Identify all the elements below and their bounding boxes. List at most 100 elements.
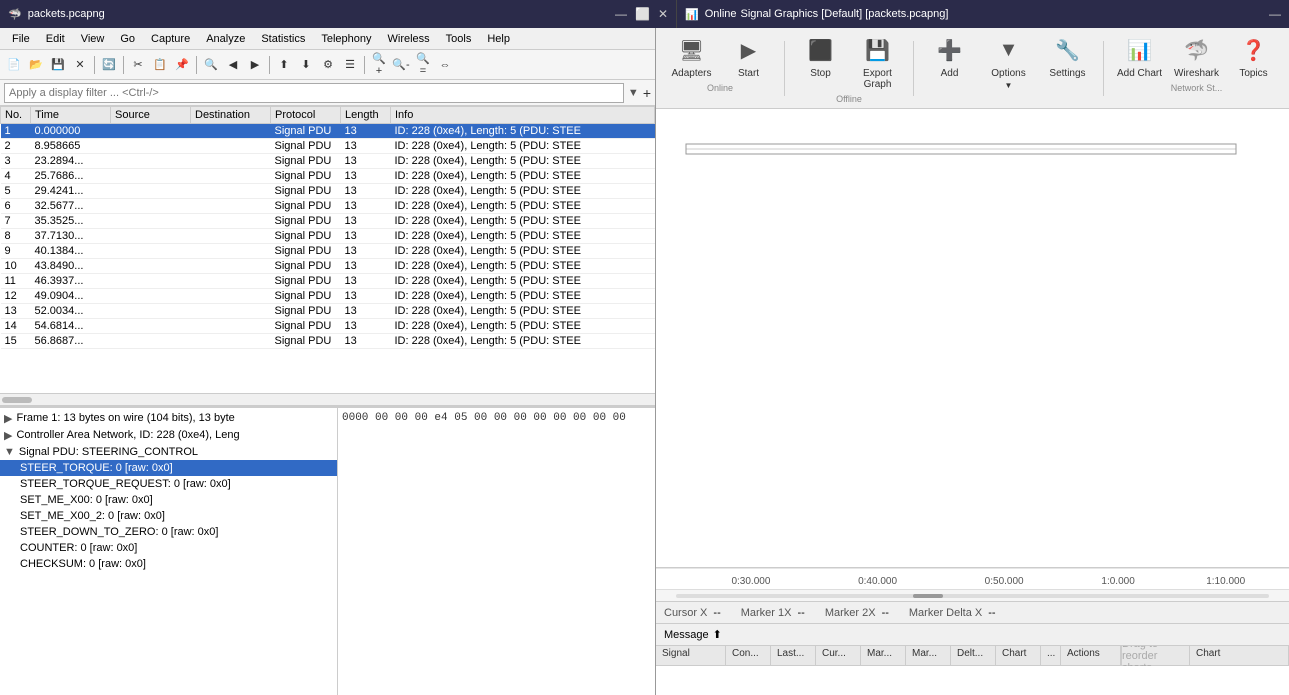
toolbar-paste-btn[interactable]: 📌 [172, 55, 192, 75]
detail-steer-torque-req[interactable]: STEER_TORQUE_REQUEST: 0 [raw: 0x0] [0, 476, 337, 492]
detail-steer-torque[interactable]: STEER_TORQUE: 0 [raw: 0x0] [0, 460, 337, 476]
chart-slider[interactable] [656, 589, 1289, 601]
packet-cell: 13 [341, 214, 391, 229]
toolbar-zoom-out-btn[interactable]: 🔍- [391, 55, 411, 75]
col-header-no[interactable]: No. [1, 107, 31, 124]
packet-row[interactable]: 1556.8687...Signal PDU13ID: 228 (0xe4), … [1, 334, 655, 349]
packet-row[interactable]: 1454.6814...Signal PDU13ID: 228 (0xe4), … [1, 319, 655, 334]
th-signal[interactable]: Signal [656, 646, 726, 665]
th-delt[interactable]: Delt... [951, 646, 996, 665]
toolbar-resize-btn[interactable]: ⇔ [435, 55, 455, 75]
toolbar-open-btn[interactable]: 📂 [26, 55, 46, 75]
packet-row[interactable]: 529.4241...Signal PDU13ID: 228 (0xe4), L… [1, 184, 655, 199]
toolbar-save-btn[interactable]: 💾 [48, 55, 68, 75]
th-mar2[interactable]: Mar... [906, 646, 951, 665]
detail-can[interactable]: ▶ Controller Area Network, ID: 228 (0xe4… [0, 427, 337, 444]
toolbar-zoom-in-btn[interactable]: 🔍+ [369, 55, 389, 75]
filter-input[interactable] [9, 87, 619, 99]
wireshark-maximize-btn[interactable]: ⬜ [635, 7, 650, 21]
toolbar-close-btn[interactable]: ✕ [70, 55, 90, 75]
toolbar-zoom-normal-btn[interactable]: 🔍= [413, 55, 433, 75]
packet-row[interactable]: 1146.3937...Signal PDU13ID: 228 (0xe4), … [1, 274, 655, 289]
packet-row[interactable]: 425.7686...Signal PDU13ID: 228 (0xe4), L… [1, 169, 655, 184]
toolbar-reload-btn[interactable]: 🔄 [99, 55, 119, 75]
menu-tools[interactable]: Tools [438, 31, 480, 47]
menu-wireless[interactable]: Wireless [380, 31, 438, 47]
packet-row[interactable]: 323.2894...Signal PDU13ID: 228 (0xe4), L… [1, 154, 655, 169]
menu-help[interactable]: Help [479, 31, 518, 47]
packet-cell: 13 [341, 244, 391, 259]
toolbar-find-btn[interactable]: 🔍 [201, 55, 221, 75]
toolbar-fwd-btn[interactable]: ▶ [245, 55, 265, 75]
packet-row[interactable]: 10.000000Signal PDU13ID: 228 (0xe4), Len… [1, 124, 655, 139]
col-header-protocol[interactable]: Protocol [271, 107, 341, 124]
col-header-length[interactable]: Length [341, 107, 391, 124]
packet-row[interactable]: 632.5677...Signal PDU13ID: 228 (0xe4), L… [1, 199, 655, 214]
start-btn[interactable]: ▶ Start [721, 32, 776, 81]
slider-thumb[interactable] [913, 594, 943, 598]
toolbar-new-btn[interactable]: 📄 [4, 55, 24, 75]
add-btn[interactable]: ➕ Add [922, 32, 977, 81]
stop-btn[interactable]: ⬛ Stop [793, 32, 848, 92]
packet-row[interactable]: 28.958665Signal PDU13ID: 228 (0xe4), Len… [1, 139, 655, 154]
th-last[interactable]: Last... [771, 646, 816, 665]
detail-signal-pdu[interactable]: ▼ Signal PDU: STEERING_CONTROL [0, 444, 337, 460]
packet-row[interactable]: 1043.8490...Signal PDU13ID: 228 (0xe4), … [1, 259, 655, 274]
col-header-source[interactable]: Source [111, 107, 191, 124]
th-chart-right[interactable]: Chart [1189, 646, 1289, 665]
col-header-destination[interactable]: Destination [191, 107, 271, 124]
toolbar-cap-opts-btn[interactable]: ⚙ [318, 55, 338, 75]
detail-set-me-x00-2[interactable]: SET_ME_X00_2: 0 [raw: 0x0] [0, 508, 337, 524]
detail-frame[interactable]: ▶ Frame 1: 13 bytes on wire (104 bits), … [0, 410, 337, 427]
th-more[interactable]: ... [1041, 646, 1061, 665]
chart-canvas[interactable] [656, 109, 1289, 567]
th-chart[interactable]: Chart [996, 646, 1041, 665]
options-btn[interactable]: ▼ Options ▼ [981, 32, 1036, 92]
detail-checksum[interactable]: CHECKSUM: 0 [raw: 0x0] [0, 556, 337, 572]
packet-cell: 10 [1, 259, 31, 274]
toolbar-list-btn[interactable]: ☰ [340, 55, 360, 75]
horizontal-scrollbar[interactable] [0, 393, 655, 405]
adapters-btn[interactable]: 🖥 Adapters [664, 32, 719, 81]
packet-cell [111, 199, 191, 214]
col-header-info[interactable]: Info [391, 107, 655, 124]
menu-edit[interactable]: Edit [38, 31, 73, 47]
menu-go[interactable]: Go [112, 31, 143, 47]
menu-file[interactable]: File [4, 31, 38, 47]
sg-minimize-btn[interactable]: — [1269, 7, 1281, 21]
menu-telephony[interactable]: Telephony [313, 31, 379, 47]
wireshark-minimize-btn[interactable]: — [615, 7, 627, 21]
menu-capture[interactable]: Capture [143, 31, 198, 47]
settings-btn[interactable]: 🔧 Settings [1040, 32, 1095, 81]
th-cur[interactable]: Cur... [816, 646, 861, 665]
packet-row[interactable]: 735.3525...Signal PDU13ID: 228 (0xe4), L… [1, 214, 655, 229]
menu-statistics[interactable]: Statistics [253, 31, 313, 47]
wireshark-close-btn[interactable]: ✕ [658, 7, 668, 21]
toolbar-cut-btn[interactable]: ✂ [128, 55, 148, 75]
packet-row[interactable]: 837.7130...Signal PDU13ID: 228 (0xe4), L… [1, 229, 655, 244]
th-con[interactable]: Con... [726, 646, 771, 665]
toolbar-goto-btn[interactable]: ⬆ [274, 55, 294, 75]
menu-analyze[interactable]: Analyze [198, 31, 253, 47]
th-mar1[interactable]: Mar... [861, 646, 906, 665]
topics-btn[interactable]: ❓ Topics [1226, 32, 1281, 81]
packet-row[interactable]: 940.1384...Signal PDU13ID: 228 (0xe4), L… [1, 244, 655, 259]
toolbar-gotob-btn[interactable]: ⬇ [296, 55, 316, 75]
toolbar-copy-btn[interactable]: 📋 [150, 55, 170, 75]
packet-row[interactable]: 1249.0904...Signal PDU13ID: 228 (0xe4), … [1, 289, 655, 304]
detail-set-me-x00[interactable]: SET_ME_X00: 0 [raw: 0x0] [0, 492, 337, 508]
packet-cell: ID: 228 (0xe4), Length: 5 (PDU: STEE [391, 304, 655, 319]
filter-dropdown-btn[interactable]: ▼ [628, 87, 639, 99]
th-actions[interactable]: Actions [1061, 646, 1121, 665]
toolbar-back-btn[interactable]: ◀ [223, 55, 243, 75]
packet-row[interactable]: 1352.0034...Signal PDU13ID: 228 (0xe4), … [1, 304, 655, 319]
add-chart-btn[interactable]: 📊 Add Chart [1112, 32, 1167, 81]
export-graph-btn[interactable]: 💾 ExportGraph [850, 32, 905, 92]
detail-steer-down[interactable]: STEER_DOWN_TO_ZERO: 0 [raw: 0x0] [0, 524, 337, 540]
col-header-time[interactable]: Time [31, 107, 111, 124]
detail-counter[interactable]: COUNTER: 0 [raw: 0x0] [0, 540, 337, 556]
packet-list-scroll[interactable]: No. Time Source Destination Protocol Len… [0, 106, 655, 393]
wireshark-btn[interactable]: 🦈 Wireshark [1169, 32, 1224, 81]
menu-view[interactable]: View [73, 31, 113, 47]
filter-add-btn[interactable]: + [643, 85, 651, 101]
